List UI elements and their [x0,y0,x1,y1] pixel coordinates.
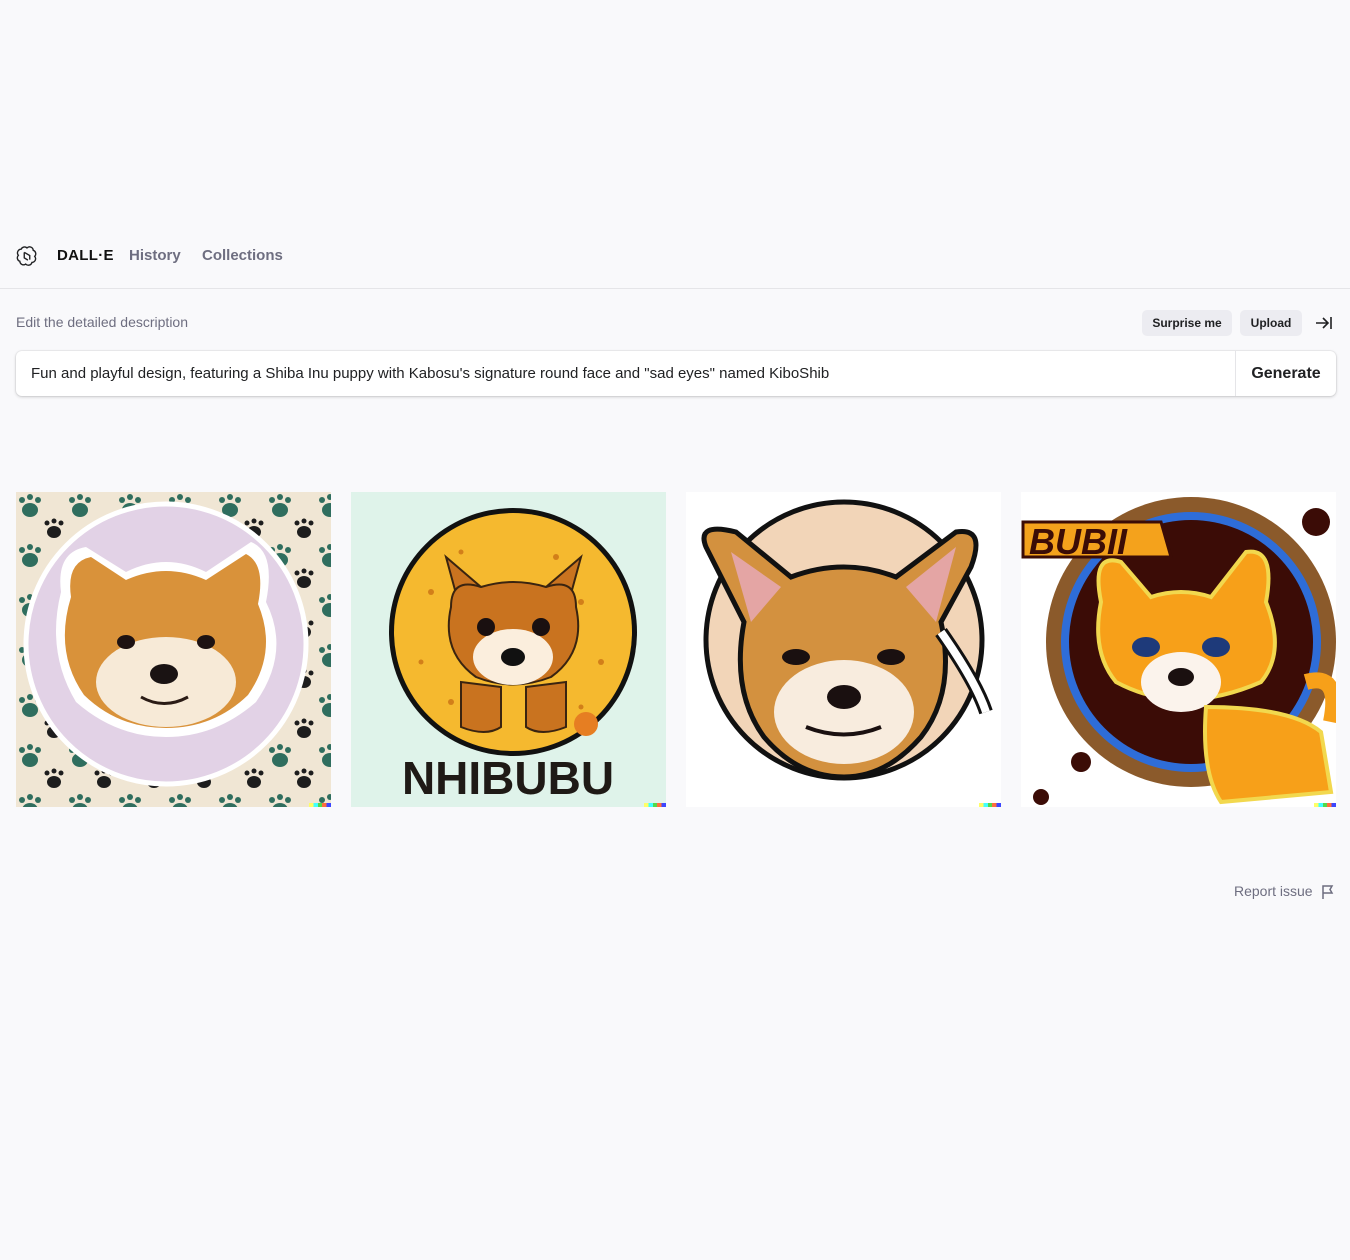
surprise-me-button[interactable]: Surprise me [1142,310,1232,336]
result-image-1[interactable] [16,492,331,807]
result-image-3[interactable] [686,492,1001,807]
collapse-panel-icon[interactable] [1314,313,1334,333]
nav-collections[interactable]: Collections [202,247,283,264]
report-issue-link[interactable]: Report issue [1234,883,1313,899]
description-label: Edit the detailed description [16,314,188,330]
image-2-caption: NHIBUBU [402,752,614,804]
prompt-input[interactable]: Fun and playful design, featuring a Shib… [31,365,829,382]
generate-button[interactable]: Generate [1235,351,1336,396]
result-image-4[interactable]: BUBII [1021,492,1336,807]
watermark-stripe [309,803,331,807]
top-navigation: DALL·E History Collections [0,228,1350,289]
upload-button[interactable]: Upload [1240,310,1302,336]
watermark-stripe [1314,803,1336,807]
result-image-2[interactable]: NHIBUBU [351,492,666,807]
image-4-caption: BUBII [1029,521,1128,562]
watermark-stripe [644,803,666,807]
prompt-box: Fun and playful design, featuring a Shib… [16,351,1336,396]
watermark-stripe [979,803,1001,807]
openai-logo-icon[interactable] [16,245,38,267]
nav-history[interactable]: History [129,247,181,264]
flag-icon[interactable] [1321,884,1335,900]
brand-link[interactable]: DALL·E [57,247,114,264]
